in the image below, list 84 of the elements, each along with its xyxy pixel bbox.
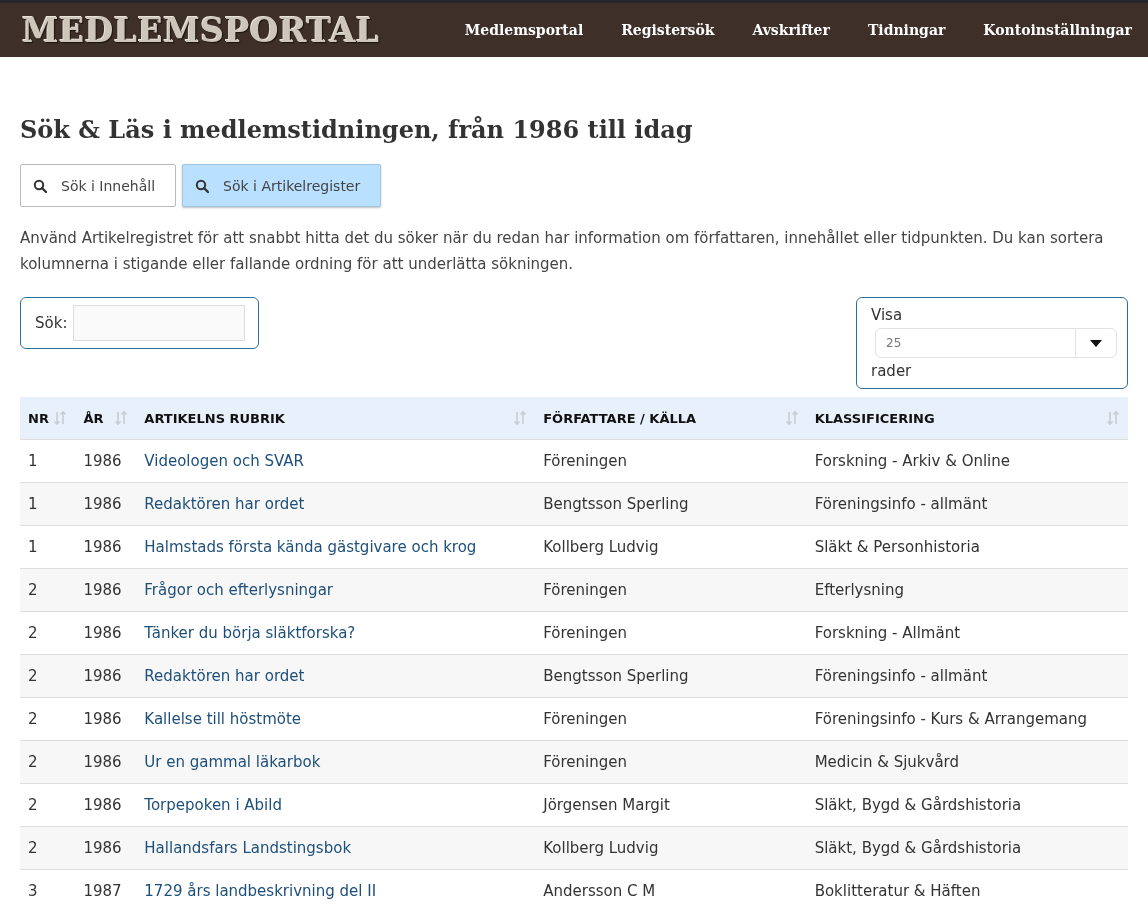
article-link[interactable]: Torpepoken i Abild [144, 796, 282, 814]
search-tab[interactable]: Sök i Innehåll [20, 164, 177, 207]
table-cell: 2 [20, 740, 76, 784]
table-cell: Föreningen [535, 568, 807, 612]
nav-link[interactable]: Avskrifter [752, 22, 830, 38]
table-cell: Kollberg Ludvig [535, 525, 807, 569]
search-icon [195, 178, 210, 193]
table-cell: 1986 [75, 740, 137, 784]
nav-link[interactable]: Tidningar [867, 22, 946, 38]
table-cell: 1986 [75, 826, 137, 870]
table-cell: Släkt & Personhistoria [806, 525, 1128, 569]
page-size-select[interactable]: 25 [875, 328, 1117, 358]
column-title: ARTIKELNS RUBRIK [144, 410, 285, 426]
table-cell: Efterlysning [806, 568, 1128, 612]
column-title: ÅR [83, 410, 104, 426]
article-link[interactable]: Halmstads första kända gästgivare och krog [144, 538, 477, 556]
column-header[interactable]: FÖRFATTARE / KÄLLA [535, 397, 807, 440]
table-cell: 1986 [75, 654, 137, 698]
table-cell: Föreningsinfo - allmänt [806, 482, 1128, 526]
table-cell: Släkt, Bygd & Gårdshistoria [806, 826, 1128, 870]
sort-icon[interactable] [114, 410, 129, 426]
table-cell: Föreningen [535, 439, 807, 483]
nav-link[interactable]: Registersök [621, 22, 715, 38]
table-cell: 1986 [75, 439, 137, 483]
table-cell: 2 [20, 654, 76, 698]
table-cell: 2 [20, 611, 76, 655]
sort-icon[interactable] [513, 410, 528, 426]
search-field[interactable] [73, 305, 246, 341]
article-link[interactable]: 1729 års landbeskrivning del II [144, 882, 377, 900]
article-link[interactable]: Redaktören har ordet [144, 667, 305, 685]
column-title: NR [28, 410, 49, 426]
column-header[interactable]: ÅR [75, 397, 137, 440]
nav-link[interactable]: Kontoinställningar [983, 22, 1132, 38]
article-link[interactable]: Tänker du börja släktforska? [144, 624, 356, 642]
column-header[interactable]: NR [20, 397, 76, 440]
article-link[interactable]: Videologen och SVAR [144, 452, 304, 470]
page-title: Sök & Läs i medlemstidningen, från 1986 till idag [20, 115, 694, 144]
table-cell: 1986 [75, 525, 137, 569]
table-cell: Forskning - Allmänt [806, 611, 1128, 655]
table-cell: 1986 [75, 568, 137, 612]
table-cell: 1986 [75, 697, 137, 741]
table-cell: 1 [20, 525, 76, 569]
sort-icon[interactable] [1106, 410, 1120, 426]
table-cell: 2 [20, 783, 76, 827]
article-link[interactable]: Redaktören har ordet [144, 495, 305, 513]
table-cell: Föreningen [535, 611, 807, 655]
table-cell: Bengtsson Sperling [535, 482, 807, 526]
search-label: Sök: [35, 314, 68, 332]
search-tab[interactable]: Sök i Artikelregister [182, 164, 382, 207]
table-cell: Medicin & Sjukvård [806, 740, 1128, 784]
table-cell: Kollberg Ludvig [535, 826, 807, 870]
table-cell: Forskning - Arkiv & Online [806, 439, 1128, 483]
table-cell: Föreningen [535, 740, 807, 784]
column-title: KLASSIFICERING [814, 410, 935, 426]
article-link[interactable]: Ur en gammal läkarbok [144, 753, 321, 771]
sort-icon[interactable] [784, 410, 799, 426]
table-cell: Jörgensen Margit [535, 783, 807, 827]
article-link[interactable]: Kallelse till höstmöte [144, 710, 302, 728]
column-header[interactable]: KLASSIFICERING [806, 397, 1128, 440]
table-cell: Föreningen [535, 697, 807, 741]
table-cell: 2 [20, 697, 76, 741]
show-label: Visa [871, 306, 904, 324]
nav-link[interactable]: Medlemsportal [464, 22, 584, 38]
table-cell: Föreningsinfo - Kurs & Arrangemang [806, 697, 1128, 741]
caret-icon [1090, 339, 1102, 347]
table-cell: 1 [20, 482, 76, 526]
column-header[interactable]: ARTIKELNS RUBRIK [136, 397, 536, 440]
table-cell: 1986 [75, 611, 137, 655]
rows-label: rader [871, 362, 913, 380]
column-title: FÖRFATTARE / KÄLLA [543, 410, 697, 426]
table-cell: Bengtsson Sperling [535, 654, 807, 698]
table-cell: 2 [20, 568, 76, 612]
site-logo[interactable]: MEDLEMSPORTAL [22, 10, 380, 50]
description-text: Använd Artikelregistret för att snabbt hitta det du söker när du redan har information om författaren, innehållet eller tidpunkten. Du kan sortera kolumnerna i stigande eller fallande ordning för att underlätta sökningen. [20, 228, 1105, 275]
table-cell: 2 [20, 826, 76, 870]
table-cell: Föreningsinfo - allmänt [806, 654, 1128, 698]
article-link[interactable]: Frågor och efterlysningar [144, 581, 333, 599]
table-cell: 1986 [75, 482, 137, 526]
search-icon [33, 178, 47, 193]
table-cell: Släkt, Bygd & Gårdshistoria [806, 783, 1128, 827]
article-link[interactable]: Hallandsfars Landstingsbok [144, 839, 352, 857]
sort-icon[interactable] [53, 410, 68, 426]
table-cell: 1986 [75, 783, 137, 827]
table-cell: 1 [20, 439, 76, 483]
